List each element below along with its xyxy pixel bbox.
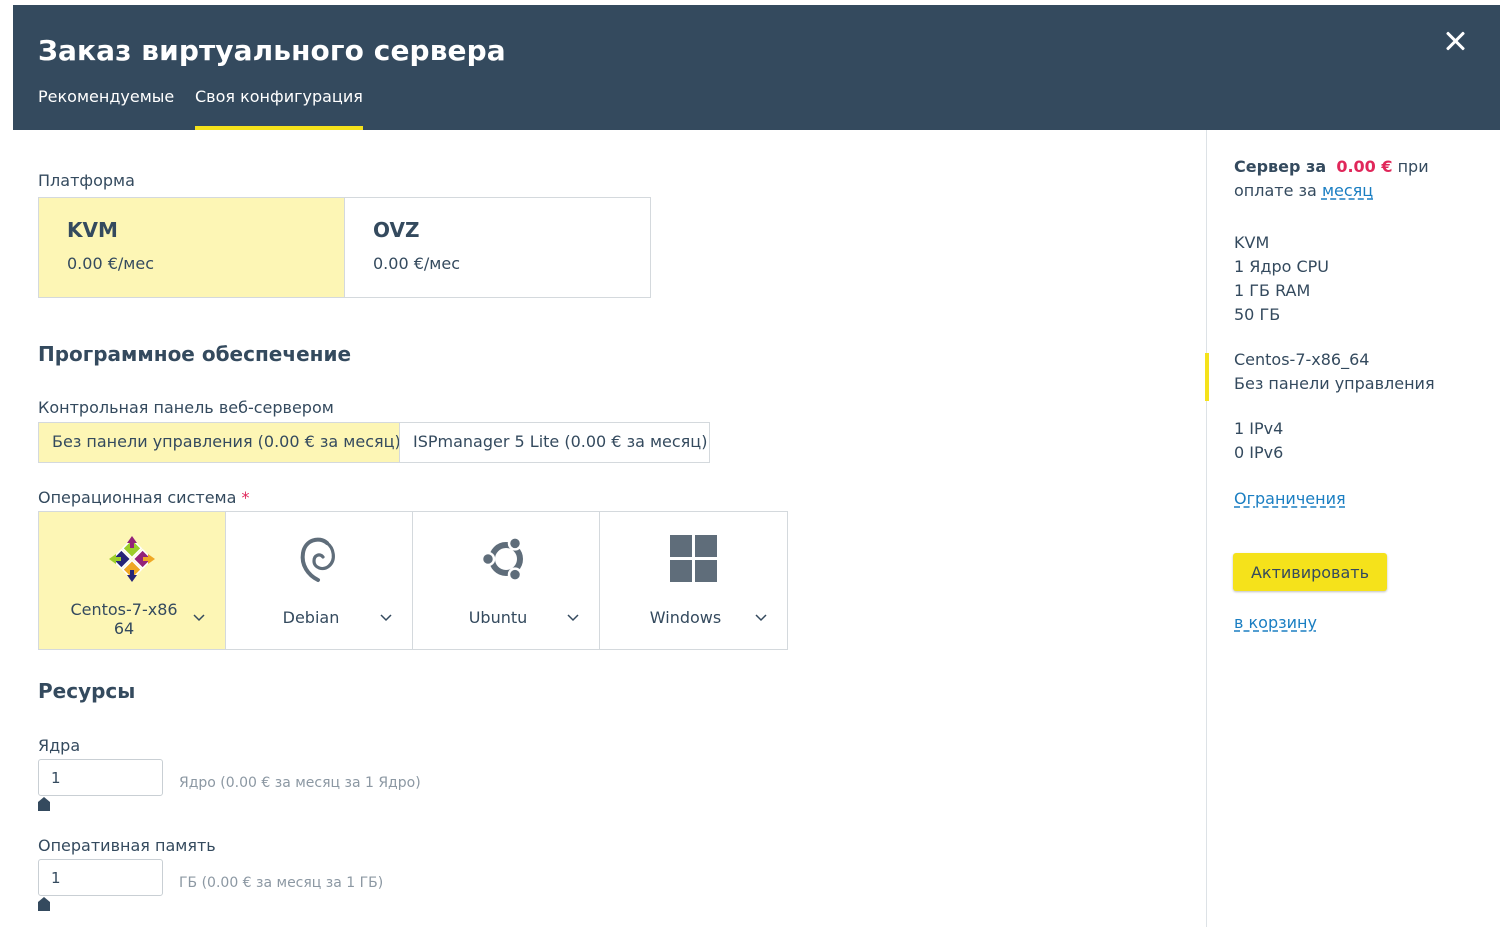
activate-button[interactable]: Активировать	[1233, 553, 1387, 591]
software-heading: Программное обеспечение	[38, 342, 352, 366]
control-panel-label: Контрольная панель веб-сервером	[38, 398, 334, 417]
panel-option-none[interactable]: Без панели управления (0.00 € за месяц)	[38, 422, 401, 463]
add-to-cart-link[interactable]: в корзину	[1234, 613, 1317, 632]
os-option-label: Ubuntu	[468, 608, 528, 627]
os-label-line-2: 64	[113, 619, 135, 638]
summary-platform: KVM	[1234, 233, 1270, 252]
summary-cpu: 1 Ядро CPU	[1234, 257, 1330, 276]
summary-period-prefix: оплате за	[1234, 181, 1317, 200]
summary-limits: Ограничения	[1234, 487, 1346, 511]
summary-os: Centos-7-x86_64	[1234, 350, 1370, 369]
os-label: Операционная система *	[38, 488, 250, 507]
platform-option-kvm[interactable]: KVM 0.00 €/мес	[38, 197, 345, 298]
resources-heading: Ресурсы	[38, 679, 136, 703]
chevron-down-icon[interactable]	[380, 614, 392, 622]
ram-hint: ГБ (0.00 € за месяц за 1 ГБ)	[179, 875, 384, 891]
modal-header: Заказ виртуального сервера Рекомендуемые…	[13, 5, 1500, 130]
cores-hint: Ядро (0.00 € за месяц за 1 Ядро)	[179, 775, 421, 791]
platform-price: 0.00 €/мес	[67, 254, 154, 273]
os-option-windows[interactable]: Windows	[599, 511, 788, 650]
ram-label: Оперативная память	[38, 836, 216, 855]
chevron-down-icon[interactable]	[193, 614, 205, 622]
summary-period-line: оплате за месяц	[1234, 179, 1373, 203]
summary-server-prefix: Сервер за	[1234, 157, 1327, 176]
platform-price: 0.00 €/мес	[373, 254, 460, 273]
os-option-label: Debian	[282, 608, 340, 627]
os-option-centos[interactable]: Centos-7-x86 64	[38, 511, 226, 650]
chevron-down-icon[interactable]	[755, 614, 767, 622]
summary-disk: 50 ГБ	[1234, 305, 1281, 324]
limits-link[interactable]: Ограничения	[1234, 489, 1346, 508]
summary-accent-bar	[1205, 353, 1209, 401]
summary-price-line: Сервер за 0.00 € при	[1234, 155, 1429, 179]
platform-label: Платформа	[38, 171, 135, 190]
os-option-debian[interactable]: Debian	[225, 511, 413, 650]
tab-custom-config[interactable]: Своя конфигурация	[195, 87, 363, 130]
cores-slider-handle[interactable]	[38, 797, 50, 811]
os-option-ubuntu[interactable]: Ubuntu	[412, 511, 600, 650]
period-link[interactable]: месяц	[1322, 181, 1373, 200]
centos-icon	[39, 534, 225, 584]
order-modal: Заказ виртуального сервера Рекомендуемые…	[13, 5, 1500, 927]
cores-label: Ядра	[38, 736, 81, 755]
debian-icon	[226, 534, 412, 584]
summary-ipv6: 0 IPv6	[1234, 443, 1284, 462]
close-icon[interactable]	[1441, 27, 1469, 55]
platform-name: KVM	[67, 218, 118, 242]
panel-option-ispmanager[interactable]: ISPmanager 5 Lite (0.00 € за месяц)	[399, 422, 710, 463]
summary-suffix: при	[1397, 157, 1429, 176]
os-label-line-1: Centos-7-x86	[70, 600, 178, 619]
summary-software: Centos-7-x86_64 Без панели управления	[1234, 348, 1435, 396]
os-label-text: Операционная система	[38, 488, 237, 507]
platform-name: OVZ	[373, 218, 420, 242]
tab-recommended[interactable]: Рекомендуемые	[38, 87, 174, 130]
order-summary: Сервер за 0.00 € при оплате за месяц KVM…	[1205, 130, 1500, 927]
os-option-label: Windows	[649, 608, 722, 627]
summary-ipv4: 1 IPv4	[1234, 419, 1284, 438]
modal-title: Заказ виртуального сервера	[38, 34, 506, 67]
summary-config: KVM 1 Ядро CPU 1 ГБ RAM 50 ГБ	[1234, 231, 1329, 327]
ram-input[interactable]	[38, 859, 163, 896]
chevron-down-icon[interactable]	[567, 614, 579, 622]
required-mark: *	[241, 488, 250, 507]
summary-cart: в корзину	[1234, 611, 1317, 635]
summary-price: 0.00 €	[1336, 157, 1393, 176]
platform-option-ovz[interactable]: OVZ 0.00 €/мес	[344, 197, 651, 298]
os-option-label: Centos-7-x86 64	[59, 600, 189, 638]
summary-ram: 1 ГБ RAM	[1234, 281, 1311, 300]
ubuntu-icon	[413, 534, 599, 584]
summary-ips: 1 IPv4 0 IPv6	[1234, 417, 1283, 465]
cores-input[interactable]	[38, 759, 163, 796]
config-form: Платформа KVM 0.00 €/мес OVZ 0.00 €/мес …	[13, 130, 1206, 927]
windows-icon	[600, 534, 787, 584]
ram-slider-handle[interactable]	[38, 897, 50, 911]
summary-panel: Без панели управления	[1234, 374, 1435, 393]
